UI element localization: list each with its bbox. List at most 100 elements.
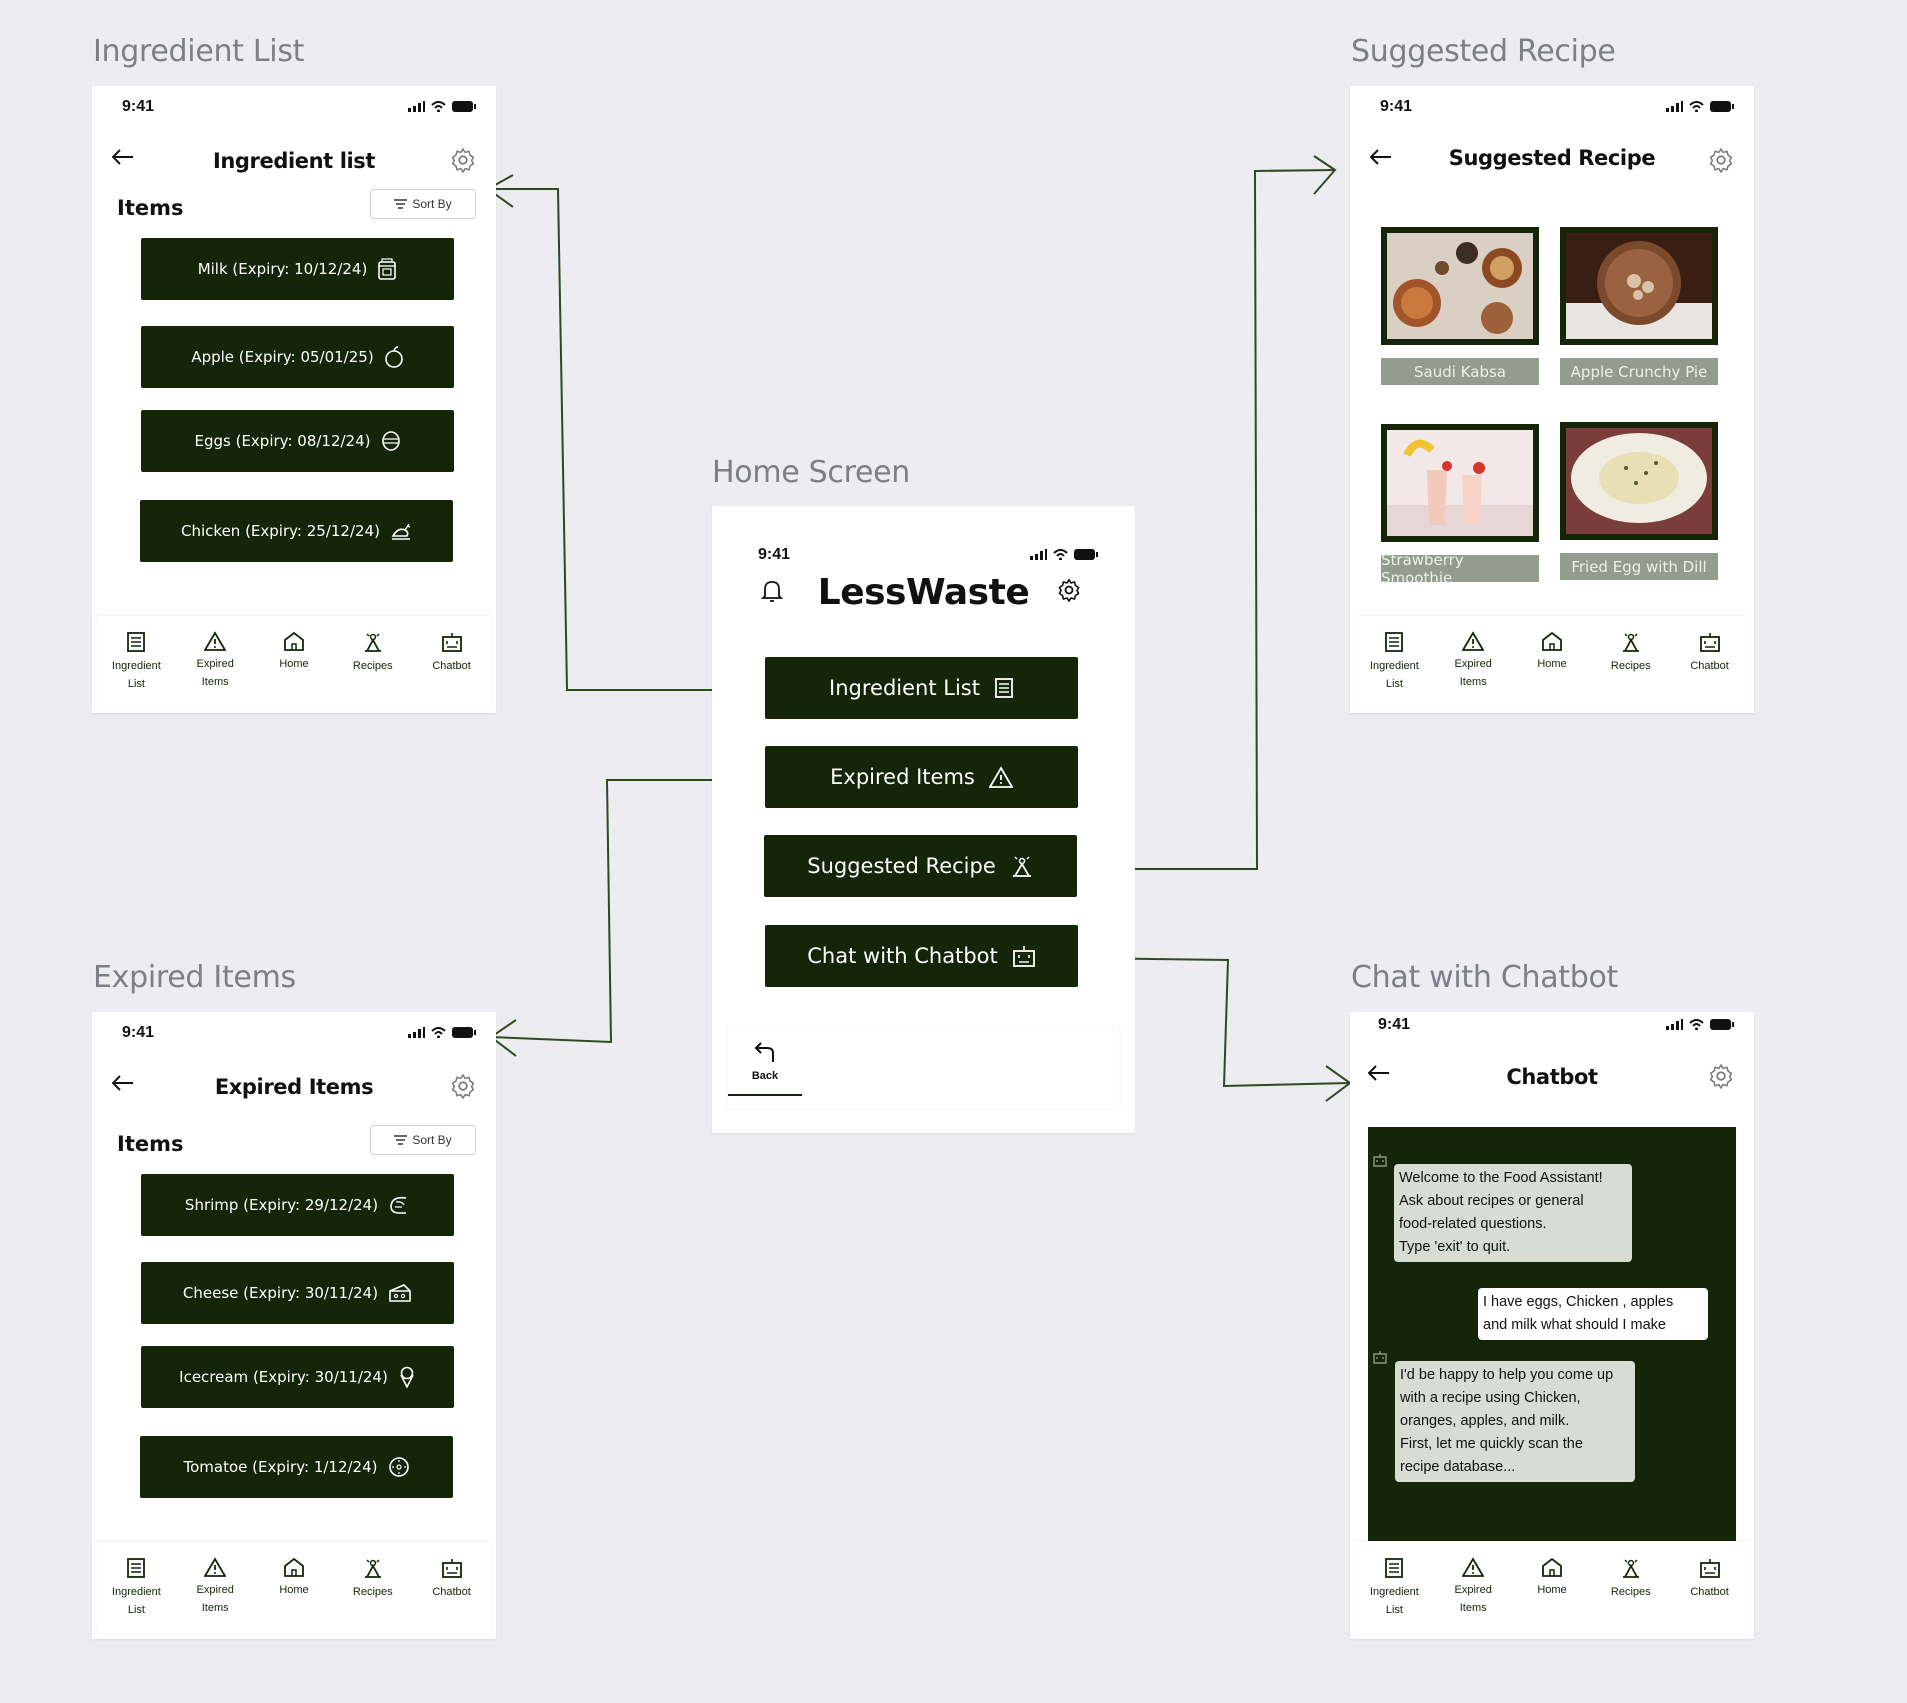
tab-label: Home: [279, 1584, 309, 1596]
bottom-tab-bar: Ingredient List Expired Items Home Recip…: [97, 1542, 491, 1634]
tab-home[interactable]: Home: [259, 1557, 329, 1599]
ingredient-item[interactable]: Eggs (Expiry: 08/12/24): [141, 410, 454, 472]
recipe-image: [1560, 422, 1718, 540]
tab-expired-items[interactable]: Expired Items: [180, 631, 250, 691]
tab-home[interactable]: Home: [259, 631, 329, 673]
expired-item-label: Shrimp (Expiry: 29/12/24): [184, 1196, 379, 1214]
chat-messages-area[interactable]: Welcome to the Food Assistant! Ask about…: [1368, 1127, 1736, 1541]
expired-item-label: Tomatoe (Expiry: 1/12/24): [183, 1458, 378, 1476]
ingredient-list-screen: 9:41 Ingredient list Items Sort By Milk …: [92, 86, 496, 713]
expired-item[interactable]: Tomatoe (Expiry: 1/12/24): [140, 1436, 453, 1498]
expired-item[interactable]: Icecream (Expiry: 30/11/24): [141, 1346, 454, 1408]
frame-label-chat-with-chatbot: Chat with Chatbot: [1351, 960, 1618, 995]
recipe-name: Fried Egg with Dill: [1560, 553, 1718, 580]
robot-icon: [441, 633, 462, 652]
tab-recipes[interactable]: Recipes: [1596, 631, 1666, 675]
bottom-tab-bar: Ingredient List Expired Items Home Recip…: [1355, 616, 1749, 708]
recipe-image: [1560, 227, 1718, 345]
list-icon: [995, 678, 1013, 698]
tab-home[interactable]: Home: [1517, 631, 1587, 673]
settings-gear-icon[interactable]: [1708, 1063, 1734, 1089]
page-title: Chatbot: [1506, 1065, 1598, 1089]
status-bar: 9:41: [1350, 1016, 1754, 1036]
tab-chatbot[interactable]: Chatbot: [1675, 631, 1745, 675]
tab-label: Chatbot: [432, 1586, 471, 1598]
chat-with-chatbot-button[interactable]: Chat with Chatbot: [765, 925, 1078, 987]
settings-gear-icon[interactable]: [1057, 578, 1081, 602]
ingredient-item-label: Milk (Expiry: 10/12/24): [197, 260, 368, 278]
home-screen: 9:41 LessWaste Ingredient List Expired I…: [712, 506, 1135, 1133]
status-bar: 9:41: [712, 546, 1135, 566]
wifi-icon: [1053, 549, 1068, 560]
chef-icon: [364, 633, 381, 652]
chef-icon: [364, 1559, 381, 1578]
button-label: Ingredient List: [829, 676, 980, 700]
tab-label: Recipes: [1610, 660, 1651, 672]
ingredient-item[interactable]: Milk (Expiry: 10/12/24): [141, 238, 454, 300]
tab-label: Home: [1537, 658, 1567, 670]
home-icon: [284, 631, 304, 651]
page-title: Expired Items: [214, 1075, 374, 1099]
recipe-card[interactable]: Strawberry Smoothie: [1381, 424, 1539, 587]
recipe-card[interactable]: Saudi Kabsa: [1381, 227, 1539, 385]
list-icon: [127, 1558, 146, 1578]
settings-gear-icon[interactable]: [1708, 147, 1734, 173]
tab-label: Expired Items: [1454, 1584, 1492, 1614]
button-label: Chat with Chatbot: [807, 944, 998, 968]
chef-icon: [1622, 1559, 1639, 1578]
tab-label: Ingredient List: [1369, 660, 1419, 690]
suggested-recipe-button[interactable]: Suggested Recipe: [764, 835, 1077, 897]
tab-expired-items[interactable]: Expired Items: [1438, 631, 1508, 691]
tab-ingredient-list[interactable]: Ingredient List: [1359, 631, 1429, 693]
ingredient-item[interactable]: Apple (Expiry: 05/01/25): [141, 326, 454, 388]
ingredient-list-button[interactable]: Ingredient List: [765, 657, 1078, 719]
status-time: 9:41: [1378, 1016, 1411, 1033]
tab-ingredient-list[interactable]: Ingredient List: [1359, 1557, 1429, 1619]
sort-by-button[interactable]: Sort By: [370, 189, 476, 219]
bot-avatar-icon: [1373, 1351, 1387, 1364]
milk-icon: [378, 258, 397, 280]
home-icon: [1542, 1557, 1562, 1577]
return-arrow-icon: [754, 1042, 774, 1062]
back-label: Back: [751, 1070, 779, 1082]
tab-chatbot[interactable]: Chatbot: [417, 1557, 487, 1601]
status-time: 9:41: [122, 1024, 155, 1041]
tab-expired-items[interactable]: Expired Items: [180, 1557, 250, 1617]
tab-recipes[interactable]: Recipes: [338, 631, 408, 675]
sort-by-button[interactable]: Sort By: [370, 1125, 476, 1155]
tab-label: Recipes: [1610, 1586, 1651, 1598]
expired-items-screen: 9:41 Expired Items Items Sort By Shrimp …: [92, 1012, 496, 1639]
home-bottom-bar: Back: [728, 1026, 1119, 1108]
tab-chatbot[interactable]: Chatbot: [417, 631, 487, 675]
tab-label: Chatbot: [1690, 660, 1729, 672]
tab-home[interactable]: Home: [1517, 1557, 1587, 1599]
settings-gear-icon[interactable]: [450, 147, 476, 173]
settings-gear-icon[interactable]: [450, 1073, 476, 1099]
list-icon: [127, 632, 146, 652]
frame-label-ingredient-list: Ingredient List: [93, 34, 305, 69]
sort-by-label: Sort By: [412, 197, 452, 211]
egg-icon: [381, 431, 400, 451]
robot-icon: [1699, 1559, 1720, 1578]
wifi-icon: [431, 1027, 446, 1038]
tab-label: Chatbot: [432, 660, 471, 672]
tab-ingredient-list[interactable]: Ingredient List: [101, 631, 171, 693]
back-nav-button[interactable]: Back: [728, 1042, 802, 1096]
suggested-recipe-screen: 9:41 Suggested Recipe Saudi Kabsa Apple …: [1350, 86, 1754, 713]
expired-item[interactable]: Shrimp (Expiry: 29/12/24): [141, 1174, 454, 1236]
tab-recipes[interactable]: Recipes: [338, 1557, 408, 1601]
sort-by-label: Sort By: [412, 1133, 452, 1147]
items-heading: Items: [117, 196, 184, 220]
ingredient-item[interactable]: Chicken (Expiry: 25/12/24): [140, 500, 453, 562]
tab-recipes[interactable]: Recipes: [1596, 1557, 1666, 1601]
page-title: Suggested Recipe: [1448, 146, 1656, 170]
recipe-card[interactable]: Fried Egg with Dill: [1560, 422, 1718, 580]
tab-ingredient-list[interactable]: Ingredient List: [101, 1557, 171, 1619]
battery-icon: [1710, 101, 1734, 112]
expired-items-button[interactable]: Expired Items: [765, 746, 1078, 808]
recipe-card[interactable]: Apple Crunchy Pie: [1560, 227, 1718, 385]
tab-expired-items[interactable]: Expired Items: [1438, 1557, 1508, 1617]
expired-item[interactable]: Cheese (Expiry: 30/11/24): [141, 1262, 454, 1324]
signal-icon: [1666, 101, 1683, 112]
tab-chatbot[interactable]: Chatbot: [1675, 1557, 1745, 1601]
